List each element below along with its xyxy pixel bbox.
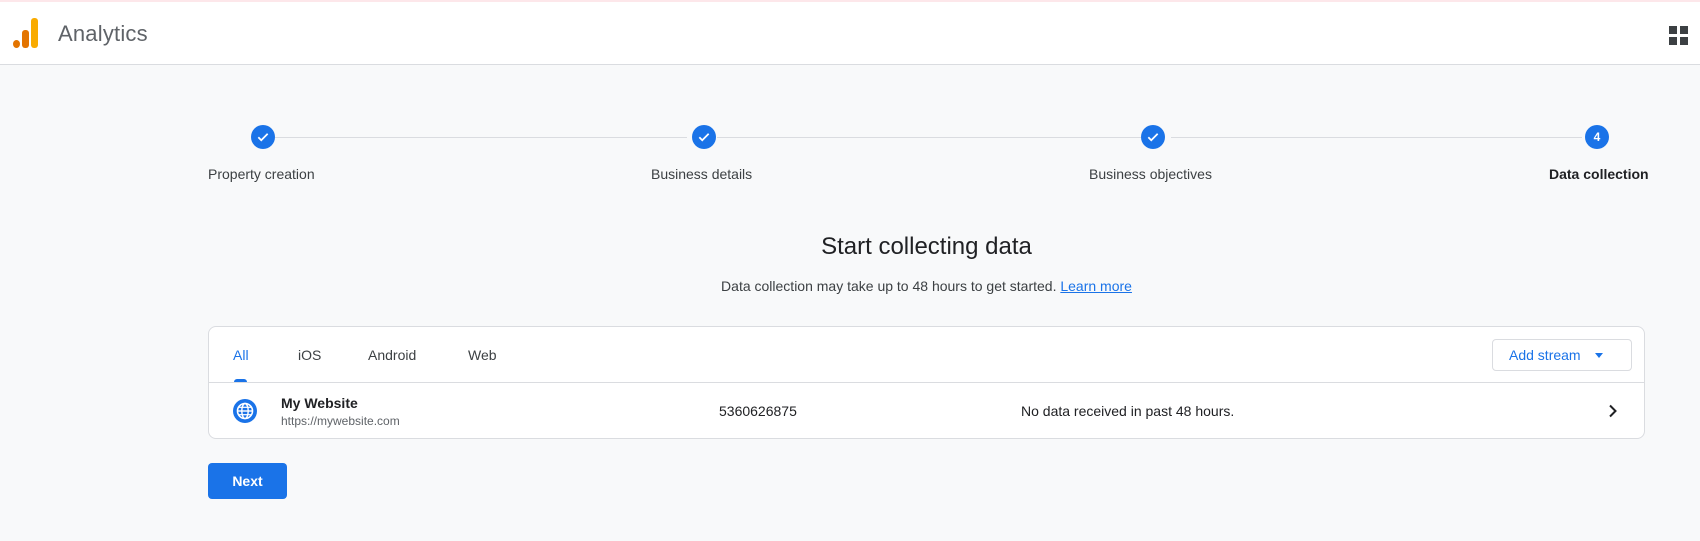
app-header: Analytics <box>0 2 1700 65</box>
step-connector <box>275 137 687 138</box>
data-streams-card: All iOS Android Web Add stream My Websit… <box>208 326 1645 439</box>
stream-name: My Website <box>281 395 358 411</box>
step-connector <box>717 137 1141 138</box>
tab-web[interactable]: Web <box>468 347 497 363</box>
tab-all[interactable]: All <box>233 347 249 363</box>
stream-tabs: All iOS Android Web Add stream <box>209 327 1644 383</box>
analytics-logo <box>13 18 39 48</box>
step-1-label: Property creation <box>208 166 315 182</box>
stream-row[interactable]: My Website https://mywebsite.com 5360626… <box>209 383 1644 439</box>
next-button[interactable]: Next <box>208 463 287 499</box>
add-stream-label: Add stream <box>1509 347 1581 363</box>
add-stream-button[interactable]: Add stream <box>1492 339 1632 371</box>
stream-url: https://mywebsite.com <box>281 414 400 428</box>
page-subtitle: Data collection may take up to 48 hours … <box>0 278 1700 294</box>
step-2-label: Business details <box>651 166 753 182</box>
apps-grid-icon[interactable] <box>1669 26 1689 46</box>
step-2-check-icon <box>692 125 716 149</box>
globe-icon <box>233 399 257 423</box>
learn-more-link[interactable]: Learn more <box>1060 278 1132 294</box>
step-3-label: Business objectives <box>1089 166 1212 182</box>
dropdown-caret-icon <box>1595 353 1603 358</box>
tab-ios[interactable]: iOS <box>298 347 321 363</box>
page-title: Start collecting data <box>821 233 1032 260</box>
step-connector <box>1171 137 1582 138</box>
step-3-check-icon <box>1141 125 1165 149</box>
step-4-label: Data collection <box>1549 166 1649 182</box>
stream-status: No data received in past 48 hours. <box>1021 403 1235 419</box>
step-1-check-icon <box>251 125 275 149</box>
active-tab-indicator <box>234 379 247 382</box>
app-title: Analytics <box>58 21 148 46</box>
tab-android[interactable]: Android <box>368 347 416 363</box>
subtitle-text: Data collection may take up to 48 hours … <box>721 278 1057 294</box>
chevron-right-icon[interactable] <box>1605 403 1621 419</box>
step-4-number: 4 <box>1585 125 1609 149</box>
stream-id: 5360626875 <box>719 403 797 419</box>
